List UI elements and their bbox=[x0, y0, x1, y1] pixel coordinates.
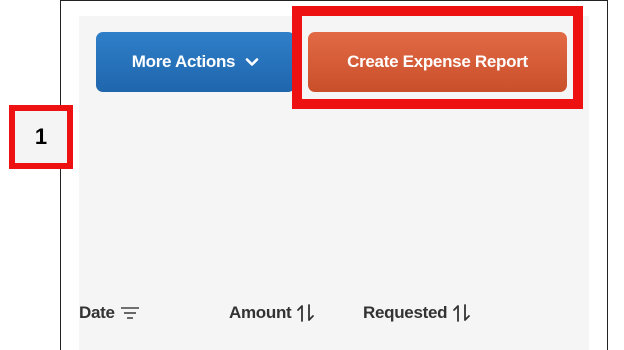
column-label-amount: Amount bbox=[229, 303, 292, 322]
column-label-date: Date bbox=[79, 303, 115, 322]
chevron-down-icon bbox=[245, 58, 259, 66]
step-number: 1 bbox=[34, 124, 48, 149]
sort-arrows-icon[interactable] bbox=[296, 303, 316, 323]
column-header-amount[interactable]: Amount bbox=[229, 303, 316, 323]
highlight-box bbox=[292, 6, 583, 109]
column-header-requested[interactable]: Requested bbox=[363, 303, 472, 323]
column-header-date[interactable]: Date bbox=[79, 303, 140, 323]
column-label-requested: Requested bbox=[363, 303, 448, 322]
sort-arrows-icon[interactable] bbox=[452, 303, 472, 323]
filter-lines-icon[interactable] bbox=[120, 305, 140, 321]
more-actions-button[interactable]: More Actions bbox=[96, 32, 295, 92]
more-actions-label: More Actions bbox=[131, 52, 236, 71]
step-number-badge: 1 bbox=[9, 105, 73, 169]
